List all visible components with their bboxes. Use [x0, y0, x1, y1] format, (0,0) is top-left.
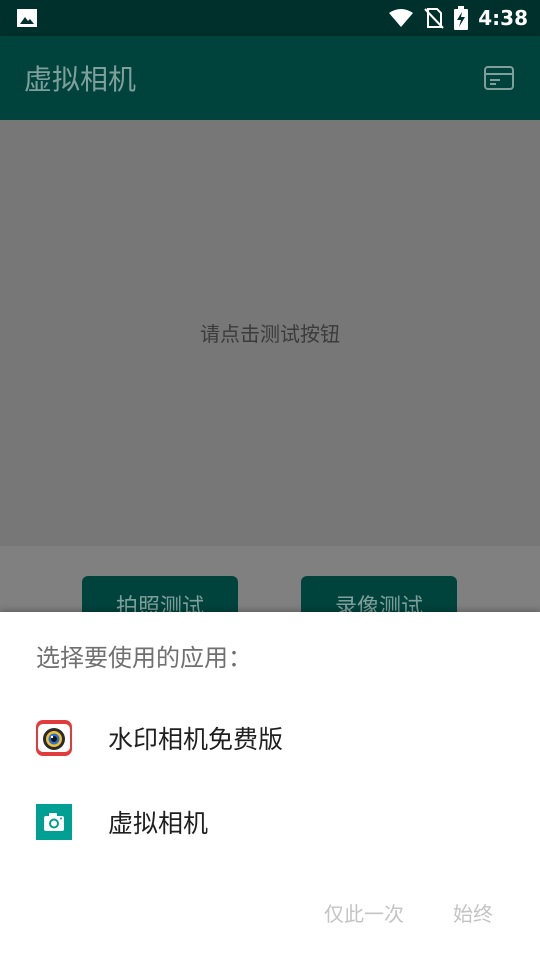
- card-icon[interactable]: [484, 66, 514, 90]
- chooser-item-virtual-camera[interactable]: 虚拟相机: [0, 780, 540, 864]
- wifi-icon: [389, 9, 414, 27]
- always-button[interactable]: 始终: [453, 898, 493, 927]
- hint-text: 请点击测试按钮: [200, 322, 340, 346]
- chooser-item-label: 水印相机免费版: [108, 725, 284, 754]
- chooser-item-watermark-camera[interactable]: 水印相机免费版: [0, 696, 540, 780]
- app-title: 虚拟相机: [24, 63, 137, 96]
- chooser-title: 选择要使用的应用：: [36, 644, 252, 672]
- preview-area: 请点击测试按钮: [0, 120, 540, 546]
- image-icon: [17, 9, 37, 27]
- virtual-camera-icon: [36, 804, 72, 840]
- no-sim-icon: [424, 8, 444, 29]
- just-once-button[interactable]: 仅此一次: [324, 898, 404, 927]
- battery-charging-icon: [454, 6, 469, 30]
- app-bar: 虚拟相机: [0, 36, 540, 120]
- status-time: 4:38: [478, 6, 528, 30]
- watermark-camera-icon: [36, 720, 72, 756]
- app-chooser-sheet: 选择要使用的应用： 水印相机免费版 虚拟相机 仅此一次 始终: [0, 612, 540, 960]
- status-bar: 4:38: [0, 0, 540, 36]
- chooser-item-label: 虚拟相机: [108, 809, 209, 838]
